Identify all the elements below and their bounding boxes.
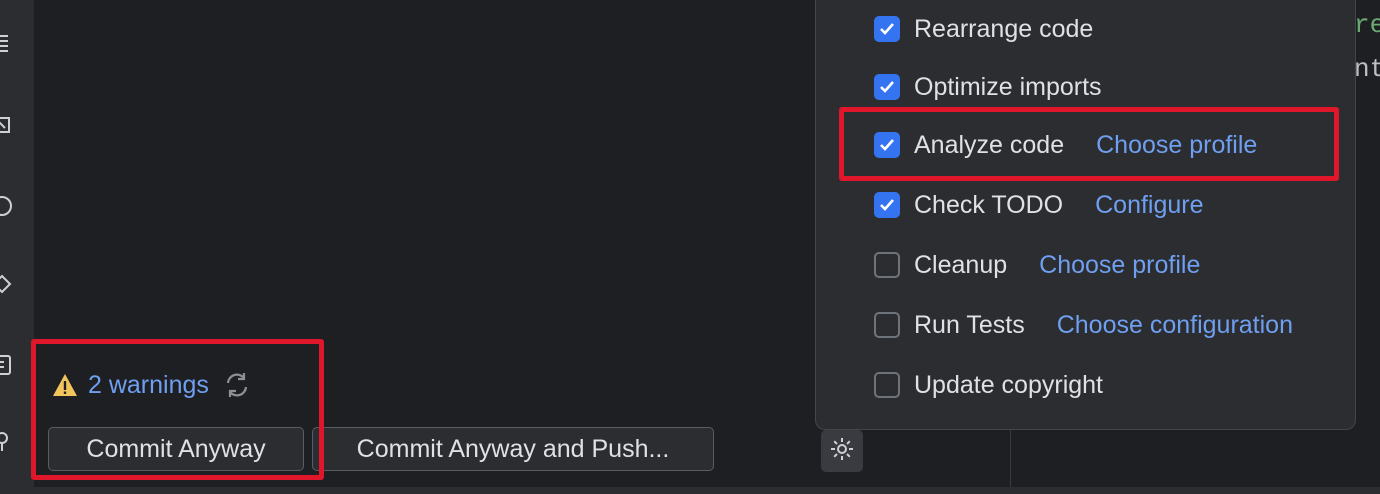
option-label: Rearrange code [914,14,1094,43]
editor-line: re [1354,10,1380,40]
terminal-icon[interactable] [0,353,14,377]
checkbox-checked[interactable] [874,192,900,218]
commit-checks-popup: Rearrange code Optimize imports Analyze … [815,0,1356,430]
highlight-frame-analyze-code [839,107,1339,181]
tool-window-strip [0,0,35,494]
checkbox-checked[interactable] [874,16,900,42]
checkbox-unchecked[interactable] [874,372,900,398]
option-label: Optimize imports [914,72,1102,101]
key-icon[interactable] [0,430,14,454]
commit-options-gear-button[interactable] [821,430,863,472]
choose-configuration-link[interactable]: Choose configuration [1057,311,1293,340]
history-icon[interactable] [0,194,14,218]
option-label: Cleanup [914,250,1008,279]
configure-link[interactable]: Configure [1095,191,1203,220]
choose-profile-link[interactable]: Choose profile [1039,251,1200,280]
commit-anyway-and-push-button[interactable]: Commit Anyway and Push... [312,427,714,471]
option-label: Update copyright [914,370,1104,399]
highlight-frame-commit-area [31,339,324,480]
option-check-todo[interactable]: Check TODO Configure [874,185,1204,225]
option-optimize-imports[interactable]: Optimize imports [874,67,1102,107]
pull-requests-icon[interactable] [0,114,14,138]
git-icon[interactable] [0,272,14,296]
gear-icon [828,435,856,468]
option-cleanup[interactable]: Cleanup Choose profile [874,245,1200,285]
status-bar [0,487,1380,494]
checkbox-unchecked[interactable] [874,252,900,278]
option-run-tests[interactable]: Run Tests Choose configuration [874,305,1293,345]
editor-line: nt [1354,54,1380,84]
checkbox-unchecked[interactable] [874,312,900,338]
option-label: Check TODO [914,190,1064,219]
option-label: Run Tests [914,310,1025,339]
option-rearrange-code[interactable]: Rearrange code [874,9,1093,49]
option-update-copyright[interactable]: Update copyright [874,365,1103,405]
structure-icon[interactable] [0,32,14,56]
checkbox-checked[interactable] [874,74,900,100]
